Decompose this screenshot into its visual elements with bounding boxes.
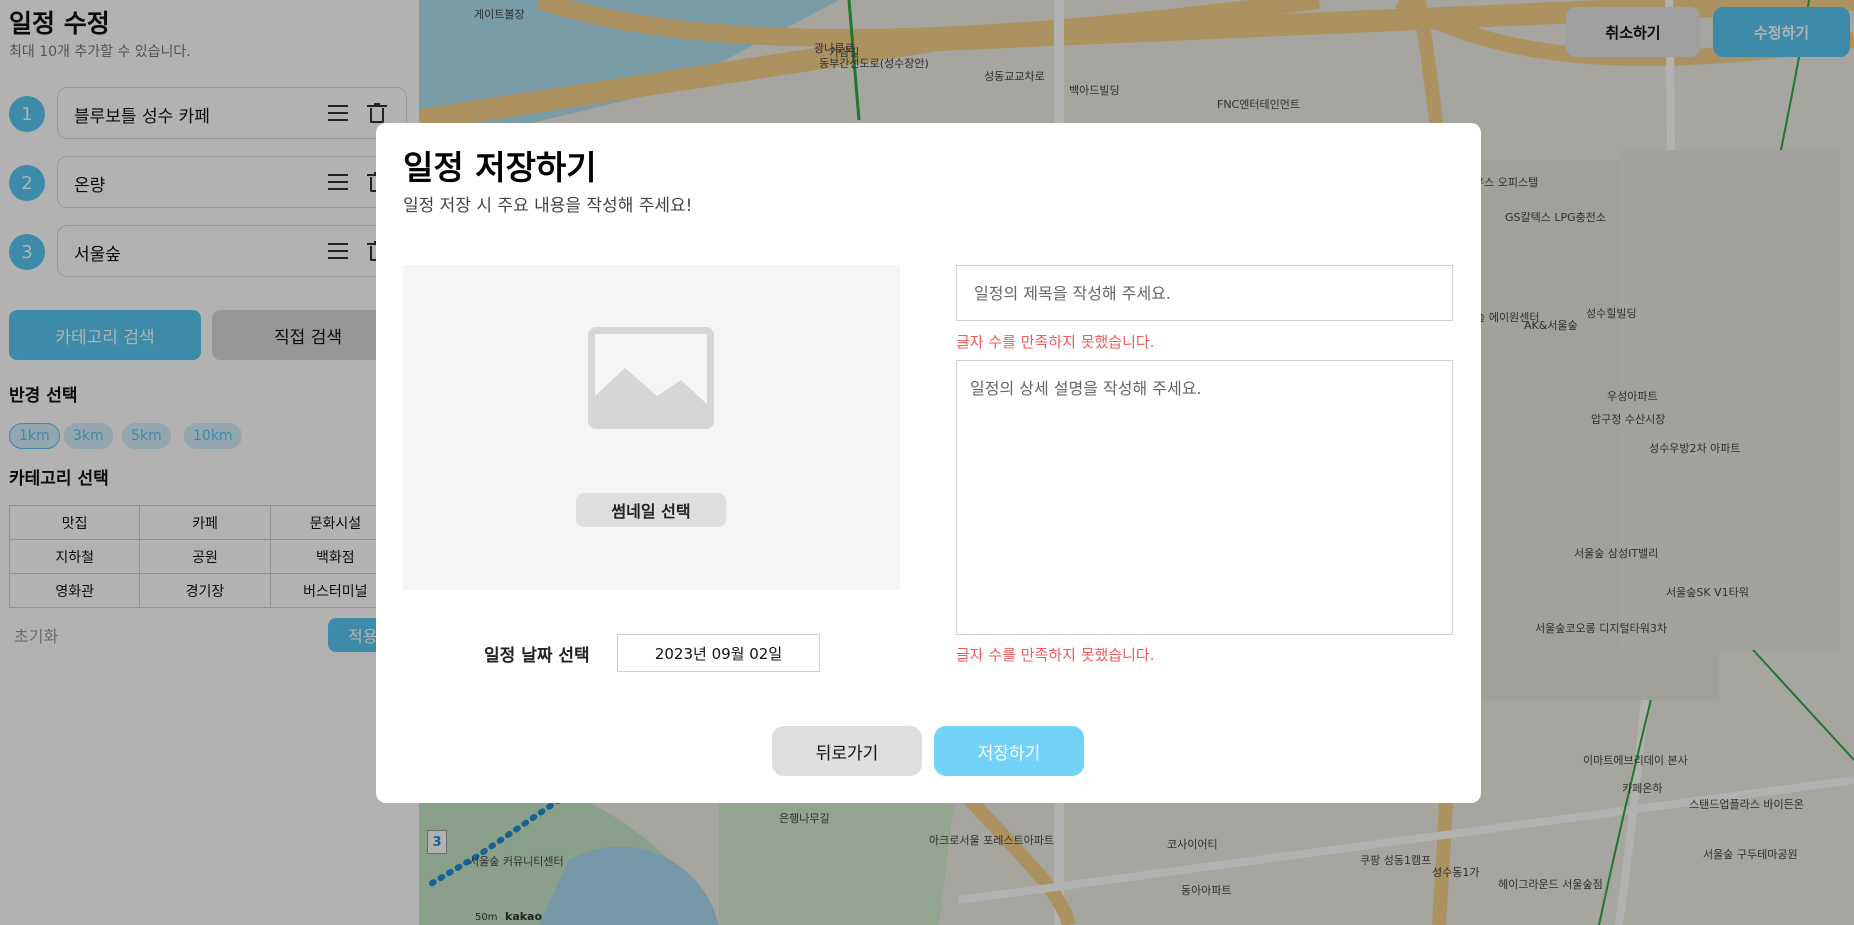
modal-subtitle: 일정 저장 시 주요 내용을 작성해 주세요! [403,196,693,216]
image-placeholder-icon [588,327,714,429]
back-button[interactable]: 뒤로가기 [772,726,922,776]
description-textarea[interactable] [956,360,1453,635]
description-error-message: 글자 수를 만족하지 못했습니다. [956,646,1155,664]
title-error-message: 글자 수를 만족하지 못했습니다. [956,333,1155,351]
modal-title: 일정 저장하기 [403,148,597,187]
thumbnail-select-button[interactable]: 썸네일 선택 [576,493,726,527]
title-input[interactable] [956,265,1453,321]
thumbnail-preview[interactable]: 썸네일 선택 [403,265,900,590]
save-button[interactable]: 저장하기 [934,726,1084,776]
date-input[interactable] [617,634,820,672]
save-schedule-modal: 일정 저장하기 일정 저장 시 주요 내용을 작성해 주세요! 썸네일 선택 일… [376,123,1481,803]
date-label: 일정 날짜 선택 [484,646,590,666]
